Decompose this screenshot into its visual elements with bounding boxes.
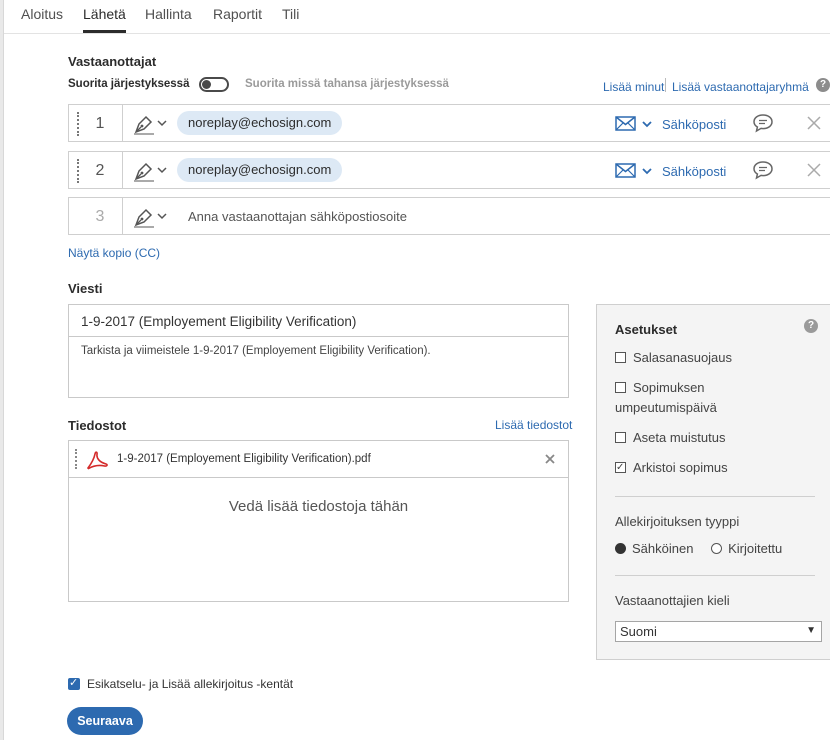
- row-divider: [122, 198, 123, 234]
- files-title: Tiedostot: [68, 418, 127, 433]
- role-chevron-down-icon[interactable]: [157, 119, 167, 127]
- tab-laheta[interactable]: Lähetä: [83, 6, 126, 33]
- expiry-label-line1: Sopimuksen: [633, 380, 705, 395]
- delivery-method[interactable]: Sähköposti: [662, 117, 726, 132]
- settings-help-icon[interactable]: ?: [804, 319, 818, 333]
- reminder-label: Aseta muistutus: [633, 430, 726, 445]
- archive-checkbox[interactable]: [615, 458, 626, 478]
- recipient-number: 3: [95, 208, 105, 225]
- message-body-input[interactable]: Tarkista ja viimeistele 1-9-2017 (Employ…: [69, 337, 568, 365]
- tab-aloitus[interactable]: Aloitus: [21, 6, 63, 30]
- archive-option[interactable]: Arkistoi sopimus: [615, 458, 728, 478]
- drag-handle-icon[interactable]: [77, 112, 79, 136]
- signer-pen-icon[interactable]: [133, 206, 155, 228]
- top-navigation: Aloitus Lähetä Hallinta Raportit Tili: [4, 0, 830, 34]
- signature-type-title: Allekirjoituksen tyyppi: [615, 514, 740, 529]
- row-divider: [122, 105, 123, 141]
- any-order-label: Suorita missä tahansa järjestyksessä: [245, 78, 449, 90]
- email-icon[interactable]: [615, 116, 636, 131]
- signer-pen-icon[interactable]: [133, 113, 155, 135]
- window-left-edge: [0, 0, 4, 740]
- recipient-number: 1: [95, 115, 105, 132]
- recipient-row: 2 noreplay@echosign.com Sähköposti: [68, 151, 830, 189]
- preview-option[interactable]: Esikatselu- ja Lisää allekirjoitus -kent…: [68, 676, 294, 691]
- reminder-checkbox[interactable]: [615, 432, 626, 443]
- recipient-email-chip[interactable]: noreplay@echosign.com: [177, 111, 343, 135]
- row-divider: [122, 152, 123, 188]
- link-separator: [665, 78, 666, 92]
- recipient-number: 2: [95, 162, 105, 179]
- recipient-row: 1 noreplay@echosign.com Sähköposti: [68, 104, 830, 142]
- reminder-option[interactable]: Aseta muistutus: [615, 428, 726, 448]
- recipient-email-input[interactable]: Anna vastaanottajan sähköpostiosoite: [188, 209, 407, 224]
- language-select[interactable]: Suomi ▼: [615, 621, 822, 642]
- password-label: Salasanasuojaus: [633, 350, 733, 365]
- expiry-option[interactable]: Sopimuksen umpeutumispäivä: [615, 378, 717, 418]
- signing-order-row: Suorita järjestyksessä Suorita missä tah…: [68, 76, 830, 94]
- settings-panel: Asetukset ? Salasanasuojaus Sopimuksen um…: [596, 304, 830, 660]
- signature-electronic-radio[interactable]: [615, 543, 626, 554]
- preview-checkbox[interactable]: [68, 676, 80, 690]
- tab-tili[interactable]: Tili: [282, 6, 299, 30]
- private-message-icon[interactable]: [752, 160, 774, 180]
- settings-title: Asetukset: [615, 322, 678, 337]
- language-value: Suomi: [620, 624, 657, 639]
- recipient-language-title: Vastaanottajien kieli: [615, 593, 730, 608]
- role-chevron-down-icon[interactable]: [157, 212, 167, 220]
- email-icon[interactable]: [615, 163, 636, 178]
- signature-written-option[interactable]: Kirjoitettu: [711, 541, 782, 556]
- toggle-knob: [202, 80, 211, 89]
- recipient-email-chip[interactable]: noreplay@echosign.com: [177, 158, 343, 182]
- message-box: 1-9-2017 (Employement Eligibility Verifi…: [68, 304, 569, 398]
- preview-label: Esikatselu- ja Lisää allekirjoitus -kent…: [87, 677, 294, 691]
- add-files-link[interactable]: Lisää tiedostot: [495, 418, 572, 432]
- delivery-method[interactable]: Sähköposti: [662, 164, 726, 179]
- pdf-icon: [86, 451, 108, 470]
- remove-recipient-icon[interactable]: [806, 162, 822, 178]
- add-recipient-group-link[interactable]: Lisää vastaanottajaryhmä: [672, 80, 809, 94]
- message-subject-input[interactable]: 1-9-2017 (Employement Eligibility Verifi…: [69, 305, 568, 337]
- message-title: Viesti: [68, 281, 103, 296]
- file-row: 1-9-2017 (Employement Eligibility Verifi…: [69, 441, 568, 478]
- signature-electronic-label: Sähköinen: [632, 541, 694, 556]
- drag-handle-icon[interactable]: [77, 159, 79, 183]
- signature-type-options: Sähköinen Kirjoitettu: [615, 539, 782, 559]
- signature-written-radio[interactable]: [711, 543, 723, 554]
- file-drop-zone[interactable]: Vedä lisää tiedostoja tähän: [69, 498, 568, 515]
- next-button[interactable]: Seuraava: [67, 707, 143, 735]
- private-message-icon[interactable]: [752, 113, 774, 133]
- file-name: 1-9-2017 (Employement Eligibility Verifi…: [117, 453, 371, 465]
- password-option[interactable]: Salasanasuojaus: [615, 348, 732, 368]
- archive-label: Arkistoi sopimus: [633, 460, 728, 475]
- settings-divider: [615, 575, 815, 576]
- new-recipient-row: 3 Anna vastaanottajan sähköpostiosoite: [68, 197, 830, 235]
- show-cc-link[interactable]: Näytä kopio (CC): [68, 246, 160, 260]
- signer-pen-icon[interactable]: [133, 160, 155, 182]
- remove-file-icon[interactable]: [544, 453, 556, 465]
- signature-electronic-option[interactable]: Sähköinen: [615, 541, 693, 556]
- drag-handle-icon[interactable]: [75, 449, 77, 469]
- dropdown-arrow-icon: ▼: [806, 625, 816, 636]
- settings-divider: [615, 496, 815, 497]
- expiry-label-line2: umpeutumispäivä: [615, 400, 717, 415]
- delivery-chevron-down-icon[interactable]: [642, 167, 652, 175]
- password-checkbox[interactable]: [615, 352, 626, 363]
- order-toggle[interactable]: [199, 77, 229, 92]
- tab-hallinta[interactable]: Hallinta: [145, 6, 192, 30]
- sequential-order-label: Suorita järjestyksessä: [68, 78, 190, 90]
- help-icon[interactable]: ?: [816, 78, 830, 92]
- add-me-link[interactable]: Lisää minut: [603, 80, 664, 94]
- remove-recipient-icon[interactable]: [806, 115, 822, 131]
- signature-written-label: Kirjoitettu: [728, 541, 783, 556]
- expiry-checkbox[interactable]: [615, 382, 626, 393]
- delivery-chevron-down-icon[interactable]: [642, 120, 652, 128]
- recipients-title: Vastaanottajat: [68, 54, 157, 69]
- tab-raportit[interactable]: Raportit: [213, 6, 262, 30]
- role-chevron-down-icon[interactable]: [157, 166, 167, 174]
- files-box: 1-9-2017 (Employement Eligibility Verifi…: [68, 440, 569, 602]
